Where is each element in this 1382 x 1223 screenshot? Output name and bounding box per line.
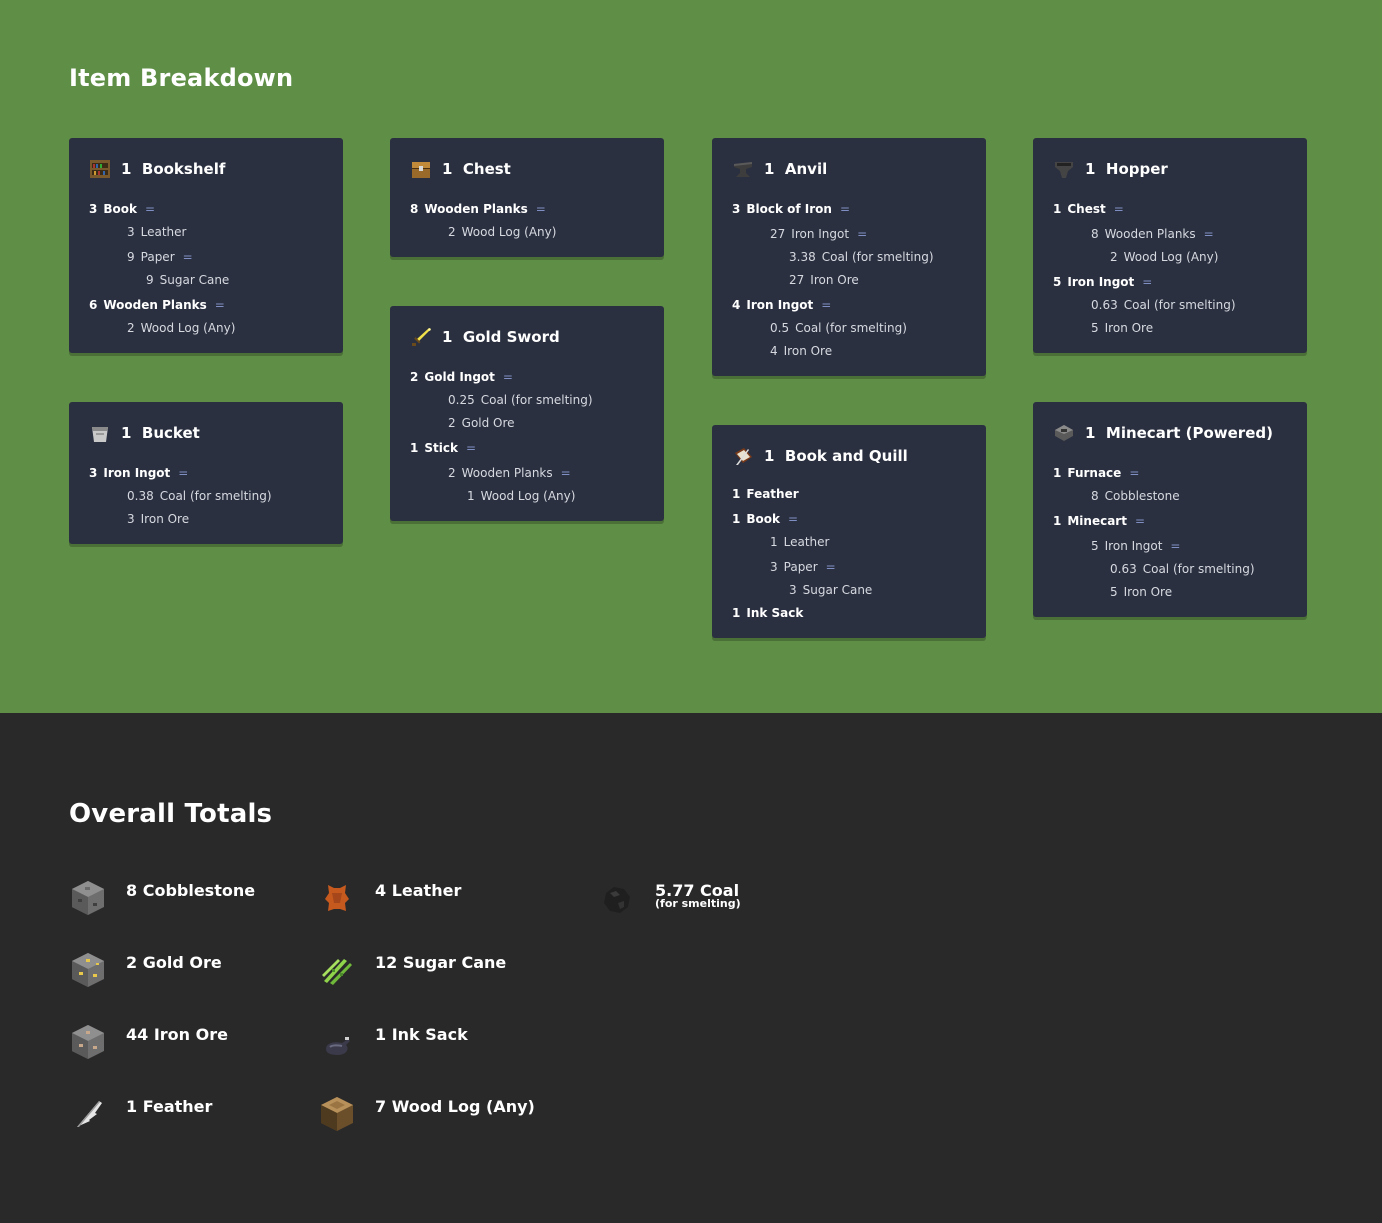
ink-sack-icon: [318, 1023, 356, 1061]
total-item-label: 12 Sugar Cane: [375, 953, 507, 972]
powered-minecart-icon: [1053, 422, 1075, 444]
leather-icon: [318, 879, 356, 917]
hopper-icon: [1053, 158, 1075, 180]
total-item-sublabel: (for smelting): [655, 897, 741, 910]
item-breakdown-title: Item Breakdown: [69, 64, 294, 92]
card-quantity: 1: [121, 424, 132, 442]
iron-ore-icon: [69, 1023, 107, 1061]
recipe-card-anvil: 1 Anvil 3 Block of Iron = 27 Iron Ingot = 3.…: [712, 138, 986, 376]
coal-icon: [598, 881, 636, 919]
ingredient-row: 4 Iron Ingot =: [732, 298, 832, 312]
card-item-name: Bookshelf: [141, 160, 226, 178]
ingredient-row: 0.63 Coal (for smelting): [1091, 298, 1236, 312]
cobblestone-icon: [69, 879, 107, 917]
sugar-cane-icon: [318, 951, 356, 989]
gold-ore-icon: [69, 951, 107, 989]
ingredient-row: 1 Feather: [732, 487, 799, 501]
card-quantity: 1: [1085, 424, 1096, 442]
ingredient-row: 3 Book =: [89, 202, 156, 216]
ingredient-row: 5 Iron Ingot =: [1053, 275, 1153, 289]
ingredient-row: 1 Ink Sack: [732, 606, 804, 620]
ingredient-row: 3 Paper =: [770, 560, 836, 574]
card-item-name: Anvil: [784, 160, 828, 178]
ingredient-row: 1 Minecart =: [1053, 514, 1146, 528]
total-item-label: 1 Feather: [126, 1097, 213, 1116]
ingredient-row: 1 Stick =: [410, 441, 477, 455]
ingredient-row: 1 Book =: [732, 512, 799, 526]
card-item-name: Minecart (Powered): [1105, 424, 1273, 442]
recipe-card-bookshelf: 1 Bookshelf 3 Book = 3 Leather 9 Paper = 9 Sug…: [69, 138, 343, 353]
card-item-name: Book and Quill: [784, 447, 908, 465]
ingredient-row: 1 Furnace =: [1053, 466, 1140, 480]
recipe-card-chest: 1 Chest 8 Wooden Planks = 2 Wood Log (Any): [390, 138, 664, 257]
card-quantity: 1: [121, 160, 132, 178]
card-item-name: Bucket: [141, 424, 200, 442]
ingredient-row: 0.63 Coal (for smelting): [1110, 562, 1255, 576]
ingredient-row: 8 Wooden Planks =: [410, 202, 546, 216]
card-quantity: 1: [764, 447, 775, 465]
anvil-icon: [732, 158, 754, 180]
ingredient-row: 3 Sugar Cane: [789, 583, 873, 597]
ingredient-row: 1 Chest =: [1053, 202, 1124, 216]
feather-icon: [69, 1095, 107, 1133]
recipe-card-gold-sword: 1 Gold Sword 2 Gold Ingot = 0.25 Coal (for …: [390, 306, 664, 521]
ingredient-row: 1 Wood Log (Any): [467, 489, 576, 503]
total-item-label: 2 Gold Ore: [126, 953, 222, 972]
ingredient-row: 0.5 Coal (for smelting): [770, 321, 907, 335]
total-item-label: 8 Cobblestone: [126, 881, 256, 900]
ingredient-row: 1 Leather: [770, 535, 830, 549]
ingredient-row: 2 Wood Log (Any): [1110, 250, 1219, 264]
gold-sword-icon: [410, 326, 432, 348]
recipe-card-minecart-powered: 1 Minecart (Powered) 1 Furnace = 8 Cobblest…: [1033, 402, 1307, 617]
ingredient-row: 6 Wooden Planks =: [89, 298, 225, 312]
total-item-label: 4 Leather: [375, 881, 462, 900]
ingredient-row: 27 Iron Ore: [789, 273, 859, 287]
ingredient-row: 3 Iron Ore: [127, 512, 190, 526]
card-item-name: Gold Sword: [462, 328, 560, 346]
card-quantity: 1: [442, 160, 453, 178]
ingredient-row: 2 Wooden Planks =: [448, 466, 571, 480]
recipe-card-book-and-quill: 1 Book and Quill 1 Feather 1 Book = 1 Leathe…: [712, 425, 986, 638]
recipe-card-hopper: 1 Hopper 1 Chest = 8 Wooden Planks = 2 Wood L…: [1033, 138, 1307, 353]
ingredient-row: 3 Leather: [127, 225, 187, 239]
overall-totals-section: Overall Totals 8 Cobblestone 2 Gold Ore …: [0, 713, 1382, 1223]
book-and-quill-icon: [732, 445, 754, 467]
card-item-name: Chest: [462, 160, 511, 178]
ingredient-row: 3 Iron Ingot =: [89, 466, 189, 480]
total-item-label: 44 Iron Ore: [126, 1025, 228, 1044]
ingredient-row: 3 Block of Iron =: [732, 202, 851, 216]
ingredient-row: 5 Iron Ore: [1110, 585, 1173, 599]
recipe-card-bucket: 1 Bucket 3 Iron Ingot = 0.38 Coal (for smel…: [69, 402, 343, 544]
ingredient-row: 2 Gold Ore: [448, 416, 515, 430]
bucket-icon: [89, 422, 111, 444]
ingredient-row: 8 Wooden Planks =: [1091, 227, 1214, 241]
wood-log-icon: [318, 1095, 356, 1133]
ingredient-row: 8 Cobblestone: [1091, 489, 1180, 503]
ingredient-row: 2 Wood Log (Any): [127, 321, 236, 335]
chest-icon: [410, 158, 432, 180]
overall-totals-title: Overall Totals: [69, 799, 273, 829]
ingredient-row: 5 Iron Ingot =: [1091, 539, 1181, 553]
ingredient-row: 27 Iron Ingot =: [770, 227, 868, 241]
total-item-label: 1 Ink Sack: [375, 1025, 468, 1044]
ingredient-row: 0.25 Coal (for smelting): [448, 393, 593, 407]
card-quantity: 1: [442, 328, 453, 346]
ingredient-row: 3.38 Coal (for smelting): [789, 250, 934, 264]
total-item-label: 7 Wood Log (Any): [375, 1097, 535, 1116]
ingredient-row: 4 Iron Ore: [770, 344, 833, 358]
card-quantity: 1: [764, 160, 775, 178]
ingredient-row: 0.38 Coal (for smelting): [127, 489, 272, 503]
ingredient-row: 9 Paper =: [127, 250, 193, 264]
card-item-name: Hopper: [1105, 160, 1168, 178]
ingredient-row: 5 Iron Ore: [1091, 321, 1154, 335]
ingredient-row: 2 Gold Ingot =: [410, 370, 513, 384]
bookshelf-icon: [89, 158, 111, 180]
card-quantity: 1: [1085, 160, 1096, 178]
ingredient-row: 2 Wood Log (Any): [448, 225, 557, 239]
ingredient-row: 9 Sugar Cane: [146, 273, 230, 287]
item-breakdown-section: Item Breakdown 1 Bookshelf 3 Book = 3 Leath…: [0, 0, 1382, 713]
